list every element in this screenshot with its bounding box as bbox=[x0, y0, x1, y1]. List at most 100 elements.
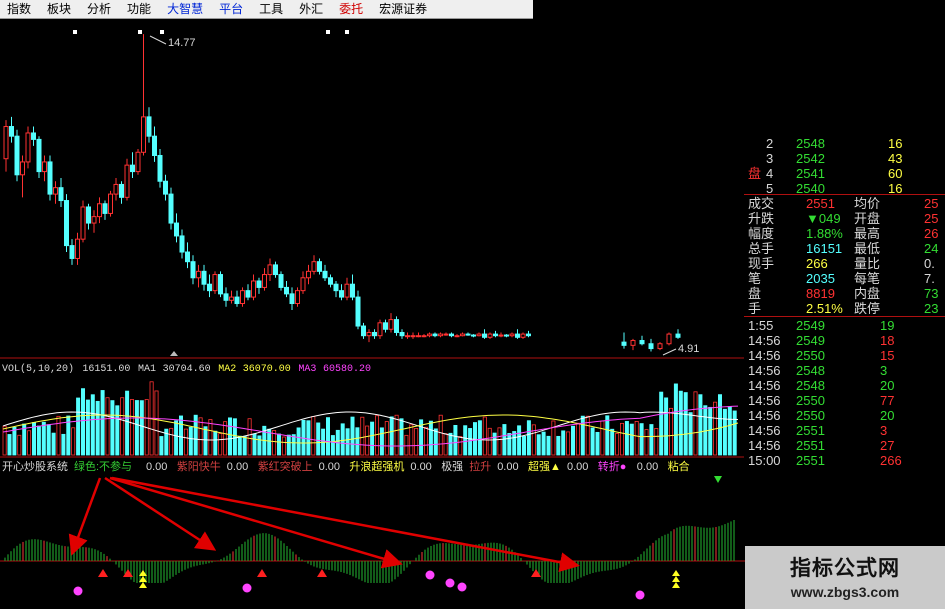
volume-bar bbox=[213, 430, 218, 456]
stat-value: 25 bbox=[924, 211, 939, 226]
volume-bar bbox=[673, 383, 678, 456]
menu-item-9[interactable]: 宏源证券 bbox=[372, 0, 436, 18]
volume-bar bbox=[468, 428, 473, 456]
book-volume: 60 bbox=[888, 166, 903, 181]
volume-bar bbox=[575, 422, 580, 456]
candle-body bbox=[504, 334, 509, 337]
menu-item-1[interactable]: 板块 bbox=[40, 0, 80, 18]
volume-bar bbox=[218, 433, 223, 456]
menu-item-5[interactable]: 平台 bbox=[212, 0, 252, 18]
chart-area[interactable]: 14.77 4.91 VOL(5,10,20) 16151.00 MA1 30704.… bbox=[0, 18, 745, 609]
candle-body bbox=[416, 335, 421, 338]
tick-volume: 77 bbox=[880, 393, 895, 408]
volume-bar bbox=[340, 423, 345, 456]
volume-bar bbox=[227, 417, 232, 456]
annotation-arrow bbox=[111, 476, 580, 573]
menu-item-6[interactable]: 工具 bbox=[252, 0, 292, 18]
menu-item-0[interactable]: 指数 bbox=[0, 0, 40, 18]
book-price: 2548 bbox=[796, 136, 825, 151]
down-marker bbox=[714, 476, 722, 483]
candle-body bbox=[157, 154, 163, 182]
candle-body bbox=[509, 333, 515, 337]
book-side: 盘 bbox=[748, 166, 762, 181]
high-price-label: 14.77 bbox=[168, 37, 196, 49]
volume-bar bbox=[311, 416, 316, 456]
volume-bar bbox=[379, 427, 384, 456]
candle-body bbox=[53, 187, 58, 195]
volume-bar bbox=[463, 425, 468, 456]
book-volume: 43 bbox=[888, 151, 903, 166]
candle-body bbox=[185, 251, 190, 263]
volume-bar bbox=[722, 408, 727, 456]
volume-bar bbox=[178, 415, 183, 456]
menu-item-2[interactable]: 分析 bbox=[80, 0, 120, 18]
quote-divider bbox=[744, 194, 945, 195]
candle-body bbox=[146, 116, 152, 137]
menu-item-8[interactable]: 委托 bbox=[332, 0, 372, 18]
candle-body bbox=[300, 277, 306, 292]
volume-bar bbox=[448, 432, 453, 456]
stat-label: 升跌 bbox=[748, 211, 775, 226]
candle-body bbox=[289, 293, 295, 305]
candle-body bbox=[58, 187, 64, 202]
book-price: 2541 bbox=[796, 166, 825, 181]
stat-label: 最低 bbox=[854, 241, 881, 256]
volume-bar bbox=[624, 421, 629, 456]
volume-bar bbox=[551, 420, 556, 456]
candle-body bbox=[520, 333, 526, 338]
indicator-header-item: 紫阳快牛 bbox=[177, 459, 221, 473]
volume-panel bbox=[2, 381, 739, 456]
volume-bar bbox=[526, 420, 531, 456]
candle-body bbox=[256, 280, 262, 288]
menu-item-3[interactable]: 功能 bbox=[120, 0, 160, 18]
candle-body bbox=[64, 200, 69, 247]
tick-volume: 18 bbox=[880, 333, 895, 348]
volume-bar bbox=[252, 433, 257, 456]
stat-label: 内盘 bbox=[854, 286, 881, 301]
stat-value: 25 bbox=[924, 196, 939, 211]
tick-price: 2549 bbox=[796, 318, 825, 333]
candle-body bbox=[119, 183, 124, 198]
price-panel bbox=[3, 30, 681, 352]
tick-price: 2549 bbox=[796, 333, 825, 348]
candle-body bbox=[262, 274, 267, 288]
volume-bar bbox=[482, 416, 487, 456]
stat-value: 7. bbox=[924, 271, 935, 286]
candle-body bbox=[273, 264, 278, 276]
volume-bar bbox=[374, 415, 379, 456]
volume-bar bbox=[522, 435, 527, 456]
indicator-panel bbox=[0, 351, 745, 600]
volume-bar bbox=[17, 434, 22, 456]
volume-bar bbox=[203, 426, 208, 456]
volume-bar bbox=[370, 421, 375, 456]
candle-body bbox=[163, 180, 168, 195]
volume-bar bbox=[718, 394, 723, 456]
candle-body bbox=[399, 331, 405, 337]
indicator-header: 开心炒股系统 绿色:不参与 0.00 紫阳快牛 0.00 紫红突破上 0.00 升浪超强机 0.… bbox=[2, 459, 690, 473]
stat-label: 成交 bbox=[748, 196, 775, 211]
menu-item-4[interactable]: 大智慧 bbox=[160, 0, 212, 18]
tick-price: 2548 bbox=[796, 378, 825, 393]
candle-body bbox=[366, 331, 372, 337]
candle-body bbox=[410, 335, 416, 338]
volume-bar bbox=[649, 424, 654, 456]
tick-time: 14:56 bbox=[748, 348, 781, 363]
tick-time: 14:56 bbox=[748, 333, 781, 348]
menu-item-7[interactable]: 外汇 bbox=[292, 0, 332, 18]
volume-bar bbox=[350, 416, 355, 456]
indicator-header-item: 0.00 bbox=[410, 461, 431, 473]
volume-bar bbox=[95, 400, 100, 456]
candle-body bbox=[621, 341, 627, 346]
volume-bar bbox=[693, 391, 698, 456]
volume-bar bbox=[51, 432, 56, 456]
volume-bar bbox=[477, 420, 482, 456]
tick-price: 2551 bbox=[796, 453, 825, 468]
volume-bar bbox=[615, 433, 620, 456]
volume-bar bbox=[296, 427, 301, 456]
stat-label: 幅度 bbox=[748, 226, 775, 241]
candle-body bbox=[377, 322, 383, 337]
tick-volume: 3 bbox=[880, 423, 888, 438]
candle-body bbox=[372, 331, 377, 337]
stat-label: 总手 bbox=[748, 241, 775, 256]
volume-bar bbox=[27, 430, 32, 456]
